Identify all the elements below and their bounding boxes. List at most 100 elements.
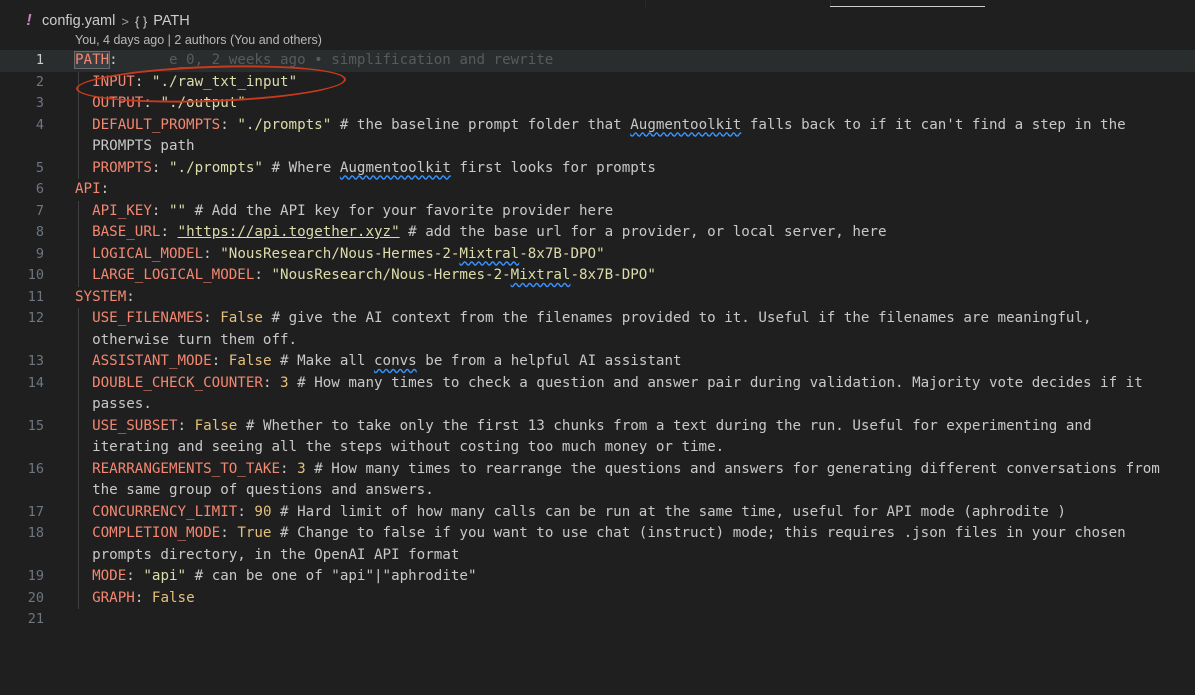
code-line[interactable]: 21 <box>0 609 1195 631</box>
yaml-comment: # Change to false if you want to use cha… <box>280 525 1126 541</box>
line-number: 19 <box>27 568 44 584</box>
yaml-key: MODE <box>92 568 127 584</box>
yaml-value: -8x7B-DPO" <box>519 245 605 262</box>
yaml-value: 90 <box>254 503 272 520</box>
spelling-underline: Augmentoolkit <box>630 116 742 133</box>
spelling-underline: Mixtral <box>459 245 520 262</box>
inline-blame: e_0, 2 weeks ago • simplification and re… <box>168 52 554 68</box>
code-line[interactable]: 14 DOUBLE_CHECK_COUNTER: 3 # How many ti… <box>0 373 1195 416</box>
code-line[interactable]: 10 LARGE_LOGICAL_MODEL: "NousResearch/No… <box>0 265 1195 287</box>
yaml-key: LARGE_LOGICAL_MODEL <box>92 267 255 283</box>
line-number: 3 <box>35 95 44 111</box>
line-number: 1 <box>35 52 44 68</box>
code-line[interactable]: 20 GRAPH: False <box>0 588 1195 610</box>
breadcrumb-file[interactable]: config.yaml <box>42 13 115 29</box>
yaml-value: False <box>220 310 263 326</box>
yaml-value: 3 <box>297 460 306 477</box>
yaml-key: API <box>75 181 101 197</box>
yaml-key: INPUT <box>92 73 135 90</box>
code-line[interactable]: 5 PROMPTS: "./prompts" # Where Augmentoo… <box>0 158 1195 180</box>
code-line[interactable]: 9 LOGICAL_MODEL: "NousResearch/Nous-Herm… <box>0 244 1195 266</box>
yaml-key: PROMPTS <box>92 159 152 176</box>
code-line[interactable]: 1 PATH: e_0, 2 weeks ago • simplificatio… <box>0 50 1195 72</box>
yaml-key: COMPLETION_MODE <box>92 525 221 541</box>
yaml-value: "./prompts" <box>237 116 332 133</box>
line-number: 17 <box>27 503 44 520</box>
yaml-comment: falls back to if it can't find a step in… <box>741 116 1126 133</box>
git-codelens[interactable]: You, 4 days ago | 2 authors (You and oth… <box>75 33 322 47</box>
breadcrumb-symbol[interactable]: PATH <box>153 13 190 29</box>
yaml-comment-wrap: prompts directory, in the OpenAI API for… <box>92 546 460 563</box>
line-number: 4 <box>35 116 44 133</box>
yaml-comment: # the baseline prompt folder that <box>339 116 631 133</box>
yaml-value: "./output" <box>160 95 246 111</box>
yaml-comment: first looks for prompts <box>450 159 656 176</box>
yaml-comment: # How many times to check a question and… <box>297 374 1143 391</box>
yaml-value: False <box>151 589 195 606</box>
line-number: 11 <box>27 288 44 305</box>
yaml-key: DEFAULT_PROMPTS <box>92 116 221 133</box>
code-line[interactable]: 13 ASSISTANT_MODE: False # Make all conv… <box>0 351 1195 373</box>
yaml-key: USE_SUBSET <box>92 417 178 434</box>
yaml-comment-wrap: iterating and seeing all the steps witho… <box>92 439 725 455</box>
yaml-comment: # Make all <box>280 353 375 369</box>
line-number: 15 <box>27 417 44 434</box>
breadcrumb: ! config.yaml > { } PATH <box>22 10 190 32</box>
yaml-key: OUTPUT <box>92 95 144 111</box>
yaml-comment: # Whether to take only the first 13 chun… <box>245 417 1092 434</box>
yaml-comment-wrap: PROMPTS path <box>92 138 195 154</box>
yaml-key: REARRANGEMENTS_TO_TAKE <box>92 460 281 477</box>
yaml-file-icon: ! <box>26 12 32 29</box>
yaml-value: False <box>194 417 238 434</box>
code-line[interactable]: 11 SYSTEM: <box>0 287 1195 309</box>
code-line[interactable]: 4 DEFAULT_PROMPTS: "./prompts" # the bas… <box>0 115 1195 158</box>
yaml-value: "./raw_txt_input" <box>151 73 298 90</box>
line-number: 8 <box>35 224 44 240</box>
yaml-key: CONCURRENCY_LIMIT <box>92 503 238 520</box>
line-number: 13 <box>27 353 44 369</box>
code-line[interactable]: 17 CONCURRENCY_LIMIT: 90 # Hard limit of… <box>0 502 1195 524</box>
yaml-key: LOGICAL_MODEL <box>92 245 204 262</box>
line-number: 18 <box>27 525 44 541</box>
yaml-key: SYSTEM <box>75 288 127 305</box>
code-line[interactable]: 15 USE_SUBSET: False # Whether to take o… <box>0 416 1195 459</box>
breadcrumb-separator: > <box>121 13 129 29</box>
code-line[interactable]: 7 API_KEY: "" # Add the API key for your… <box>0 201 1195 223</box>
yaml-value: False <box>228 353 272 369</box>
code-line[interactable]: 18 COMPLETION_MODE: True # Change to fal… <box>0 523 1195 566</box>
yaml-comment: # can be one of "api"|"aphrodite" <box>194 568 477 584</box>
line-number: 21 <box>27 611 44 627</box>
yaml-comment: # Add the API key for your favorite prov… <box>194 202 614 219</box>
url-link[interactable]: "https://api.together.xyz" <box>178 224 400 240</box>
symbol-object-icon: { } <box>134 13 148 29</box>
yaml-comment: # Hard limit of how many calls can be ru… <box>280 503 1066 520</box>
yaml-value: True <box>237 525 272 541</box>
line-number: 9 <box>35 245 44 262</box>
yaml-value: "./prompts" <box>168 159 263 176</box>
yaml-key: USE_FILENAMES <box>92 310 204 326</box>
spelling-underline: Augmentoolkit <box>339 159 451 176</box>
code-line[interactable]: 6 API: <box>0 179 1195 201</box>
spelling-underline: Mixtral <box>510 267 571 283</box>
line-number: 5 <box>35 159 44 176</box>
tab-bar-strip <box>0 0 1195 7</box>
yaml-comment: # How many times to rearrange the questi… <box>314 460 1160 477</box>
yaml-value: "NousResearch/Nous-Hermes-2- <box>271 267 511 283</box>
yaml-value: "NousResearch/Nous-Hermes-2- <box>220 245 460 262</box>
code-line[interactable]: 19 MODE: "api" # can be one of "api"|"ap… <box>0 566 1195 588</box>
code-line[interactable]: 16 REARRANGEMENTS_TO_TAKE: 3 # How many … <box>0 459 1195 502</box>
line-number: 10 <box>27 267 44 283</box>
code-line[interactable]: 3 OUTPUT: "./output" <box>0 93 1195 115</box>
line-number: 14 <box>27 374 44 391</box>
line-number: 12 <box>27 310 44 326</box>
yaml-key: API_KEY <box>92 202 152 219</box>
code-line[interactable]: 8 BASE_URL: "https://api.together.xyz" #… <box>0 222 1195 244</box>
code-line[interactable]: 2 INPUT: "./raw_txt_input" <box>0 72 1195 94</box>
yaml-key: ASSISTANT_MODE <box>92 353 212 369</box>
code-line[interactable]: 12 USE_FILENAMES: False # give the AI co… <box>0 308 1195 351</box>
code-editor[interactable]: 1 PATH: e_0, 2 weeks ago • simplificatio… <box>0 50 1195 631</box>
yaml-comment-wrap: otherwise turn them off. <box>92 331 298 348</box>
yaml-comment: # Where <box>271 159 340 176</box>
line-number: 7 <box>35 202 44 219</box>
yaml-comment: be from a helpful AI assistant <box>416 353 682 369</box>
